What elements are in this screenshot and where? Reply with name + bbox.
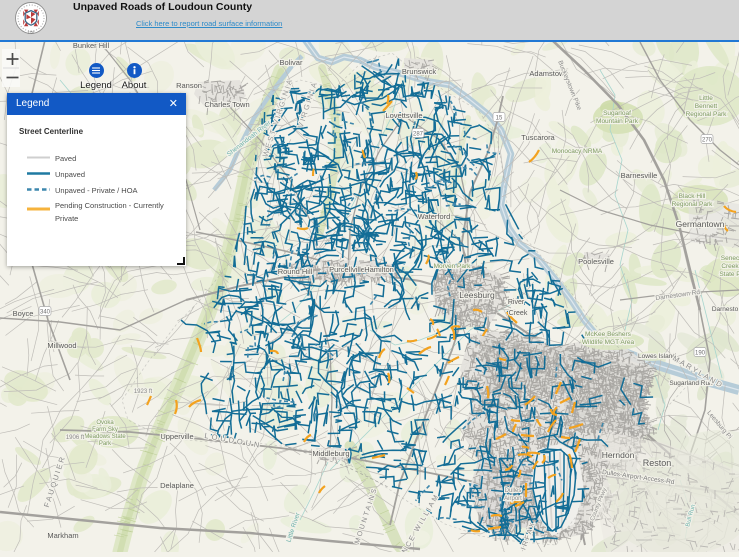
svg-text:Middleburg: Middleburg xyxy=(312,449,349,458)
svg-text:Millwood: Millwood xyxy=(47,341,76,350)
svg-text:Dulles: Dulles xyxy=(505,488,522,494)
svg-text:Leesburg: Leesburg xyxy=(459,290,495,300)
svg-text:Airport: Airport xyxy=(504,496,522,502)
svg-text:Purcellville: Purcellville xyxy=(329,265,365,274)
svg-text:1923 ft: 1923 ft xyxy=(134,389,153,395)
svg-text:Morven Park: Morven Park xyxy=(434,263,472,270)
svg-text:Germantown: Germantown xyxy=(676,219,725,229)
svg-text:287: 287 xyxy=(413,131,424,137)
svg-text:1906 ft: 1906 ft xyxy=(66,435,85,441)
svg-text:Wildlife MGT Area: Wildlife MGT Area xyxy=(582,339,635,346)
svg-text:Reston: Reston xyxy=(643,458,672,468)
svg-text:Black Hill: Black Hill xyxy=(679,193,706,200)
svg-text:340: 340 xyxy=(40,309,51,315)
svg-text:Lovettsville: Lovettsville xyxy=(385,111,422,120)
svg-text:Upperville: Upperville xyxy=(160,432,193,441)
svg-text:Darnesto: Darnesto xyxy=(712,306,739,313)
svg-text:Markham: Markham xyxy=(47,531,78,540)
svg-text:Brunswick: Brunswick xyxy=(402,67,436,76)
svg-text:190: 190 xyxy=(695,350,706,356)
svg-text:Creek: Creek xyxy=(721,263,739,270)
svg-text:1757: 1757 xyxy=(27,30,34,34)
svg-text:Delaplane: Delaplane xyxy=(160,481,194,490)
svg-text:Round Hill: Round Hill xyxy=(278,267,313,276)
svg-text:Boyce: Boyce xyxy=(13,309,34,318)
svg-text:Ranson: Ranson xyxy=(176,81,202,90)
svg-text:Hamilton: Hamilton xyxy=(364,265,394,274)
svg-text:Monocacy NRMA: Monocacy NRMA xyxy=(552,148,603,155)
svg-text:Mountain Park: Mountain Park xyxy=(596,118,639,125)
svg-text:Tuscarora: Tuscarora xyxy=(521,133,555,142)
svg-text:Regional Park: Regional Park xyxy=(686,111,728,118)
svg-text:Herndon: Herndon xyxy=(602,450,635,460)
svg-text:Farm Sky: Farm Sky xyxy=(92,427,118,433)
svg-text:Bunker Hill: Bunker Hill xyxy=(73,42,110,50)
svg-text:Park: Park xyxy=(99,441,112,447)
svg-text:Little: Little xyxy=(699,95,713,102)
svg-text:Bolivar: Bolivar xyxy=(280,58,303,67)
svg-text:Waterford: Waterford xyxy=(418,212,451,221)
svg-text:Senec: Senec xyxy=(721,255,739,262)
svg-text:Bennett: Bennett xyxy=(695,103,718,110)
svg-text:Regional Park: Regional Park xyxy=(672,201,714,208)
svg-text:Lowes Island: Lowes Island xyxy=(638,353,676,360)
svg-text:Meadows State: Meadows State xyxy=(84,434,126,440)
svg-text:Barnesville: Barnesville xyxy=(621,171,658,180)
svg-text:15: 15 xyxy=(496,115,503,121)
svg-text:Poolesville: Poolesville xyxy=(578,257,614,266)
svg-text:Ovoka: Ovoka xyxy=(96,420,114,426)
svg-text:Creek: Creek xyxy=(509,310,528,317)
svg-text:State P: State P xyxy=(719,271,739,278)
svg-text:River: River xyxy=(508,299,525,306)
svg-text:270: 270 xyxy=(702,137,713,143)
svg-text:Sugarloaf: Sugarloaf xyxy=(603,110,631,117)
svg-text:Charles Town: Charles Town xyxy=(204,100,249,109)
svg-text:McKee Beshers: McKee Beshers xyxy=(585,331,632,338)
